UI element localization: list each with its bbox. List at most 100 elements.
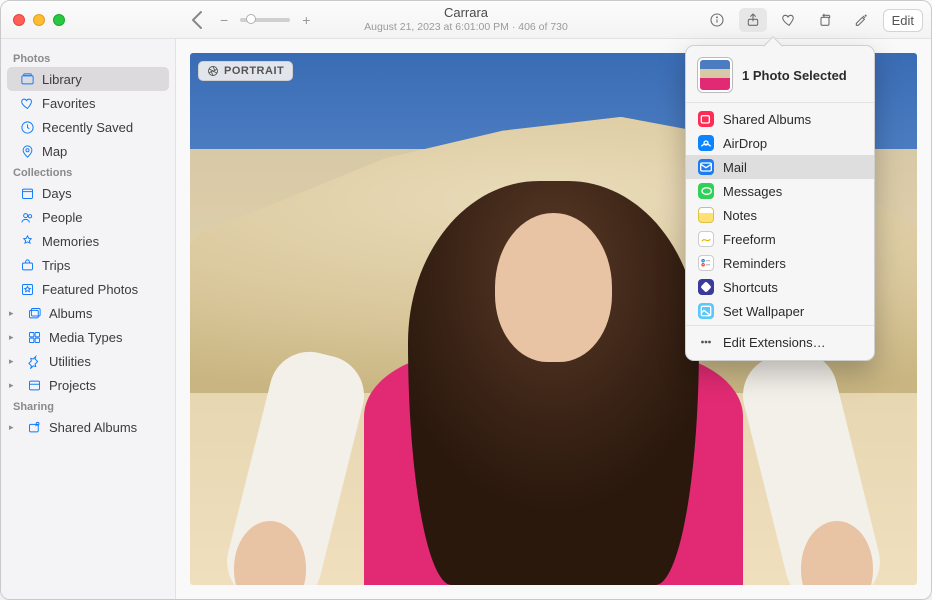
sidebar-item-map[interactable]: Map bbox=[1, 139, 175, 163]
fullscreen-window-button[interactable] bbox=[53, 14, 65, 26]
days-icon bbox=[19, 185, 35, 201]
share-item-label: Shortcuts bbox=[723, 280, 778, 295]
divider bbox=[686, 102, 874, 103]
sidebar-item-label: Map bbox=[42, 144, 175, 159]
share-item-airdrop[interactable]: AirDrop bbox=[686, 131, 874, 155]
titlebar-center: Carrara August 21, 2023 at 6:01:00 PM · … bbox=[364, 6, 568, 33]
share-thumbnail bbox=[698, 58, 732, 92]
mail-icon bbox=[698, 159, 714, 175]
sidebar-item-memories[interactable]: Memories bbox=[1, 229, 175, 253]
projects-icon bbox=[26, 377, 42, 393]
share-item-mail[interactable]: Mail bbox=[686, 155, 874, 179]
chevron-right-icon[interactable]: ▸ bbox=[9, 380, 19, 391]
close-window-button[interactable] bbox=[13, 14, 25, 26]
sidebar-item-media-types[interactable]: ▸ Media Types bbox=[1, 325, 175, 349]
share-item-set-wallpaper[interactable]: Set Wallpaper bbox=[686, 299, 874, 323]
window-controls bbox=[1, 14, 65, 26]
sidebar-item-label: Featured Photos bbox=[42, 282, 175, 297]
share-item-notes[interactable]: Notes bbox=[686, 203, 874, 227]
toolbar-left: − + bbox=[186, 1, 310, 39]
sidebar-item-label: Utilities bbox=[49, 354, 175, 369]
library-icon bbox=[19, 71, 35, 87]
edit-button[interactable]: Edit bbox=[883, 9, 923, 32]
auto-enhance-button[interactable] bbox=[847, 8, 875, 32]
clock-icon bbox=[19, 119, 35, 135]
chevron-right-icon[interactable]: ▸ bbox=[9, 308, 19, 319]
share-popover-header: 1 Photo Selected bbox=[686, 54, 874, 100]
sidebar-item-label: Media Types bbox=[49, 330, 175, 345]
memories-icon bbox=[19, 233, 35, 249]
aperture-icon bbox=[207, 65, 219, 77]
chevron-right-icon[interactable]: ▸ bbox=[9, 422, 19, 433]
zoom-slider[interactable] bbox=[240, 18, 290, 22]
share-item-shared-albums[interactable]: Shared Albums bbox=[686, 107, 874, 131]
divider bbox=[686, 325, 874, 326]
chevron-right-icon[interactable]: ▸ bbox=[9, 356, 19, 367]
sidebar-item-recently-saved[interactable]: Recently Saved bbox=[1, 115, 175, 139]
share-item-label: Reminders bbox=[723, 256, 786, 271]
shared-icon bbox=[26, 419, 42, 435]
share-item-label: Messages bbox=[723, 184, 782, 199]
share-item-reminders[interactable]: Reminders bbox=[686, 251, 874, 275]
heart-icon bbox=[19, 95, 35, 111]
share-item-messages[interactable]: Messages bbox=[686, 179, 874, 203]
share-button[interactable] bbox=[739, 8, 767, 32]
shortcuts-icon bbox=[698, 279, 714, 295]
info-button[interactable] bbox=[703, 8, 731, 32]
share-item-shortcuts[interactable]: Shortcuts bbox=[686, 275, 874, 299]
rotate-button[interactable] bbox=[811, 8, 839, 32]
media-icon bbox=[26, 329, 42, 345]
sidebar-item-label: Projects bbox=[49, 378, 175, 393]
reminders-icon bbox=[698, 255, 714, 271]
sidebar-item-albums[interactable]: ▸ Albums bbox=[1, 301, 175, 325]
sidebar-item-shared-albums[interactable]: ▸ Shared Albums bbox=[1, 415, 175, 439]
sidebar-item-label: Albums bbox=[49, 306, 175, 321]
featured-icon bbox=[19, 281, 35, 297]
shared-icon bbox=[698, 111, 714, 127]
utilities-icon bbox=[26, 353, 42, 369]
back-button[interactable] bbox=[186, 8, 210, 32]
sidebar-item-projects[interactable]: ▸ Projects bbox=[1, 373, 175, 397]
share-item-label: Freeform bbox=[723, 232, 776, 247]
albums-icon bbox=[26, 305, 42, 321]
trips-icon bbox=[19, 257, 35, 273]
edit-extensions-label: Edit Extensions… bbox=[723, 335, 826, 350]
share-item-label: Mail bbox=[723, 160, 747, 175]
share-popover: 1 Photo Selected Shared Albums AirDrop Mai… bbox=[685, 45, 875, 361]
sidebar-item-label: Favorites bbox=[42, 96, 175, 111]
share-item-freeform[interactable]: Freeform bbox=[686, 227, 874, 251]
titlebar: − + Carrara August 21, 2023 at 6:01:00 P… bbox=[1, 1, 931, 39]
sidebar-item-utilities[interactable]: ▸ Utilities bbox=[1, 349, 175, 373]
sidebar-item-label: Recently Saved bbox=[42, 120, 175, 135]
share-item-label: Shared Albums bbox=[723, 112, 811, 127]
sidebar-item-label: Trips bbox=[42, 258, 175, 273]
sidebar-item-days[interactable]: Days bbox=[1, 181, 175, 205]
favorite-button[interactable] bbox=[775, 8, 803, 32]
sidebar-item-label: People bbox=[42, 210, 175, 225]
share-item-label: Set Wallpaper bbox=[723, 304, 804, 319]
sidebar-item-label: Days bbox=[42, 186, 175, 201]
sidebar-item-library[interactable]: Library bbox=[7, 67, 169, 91]
share-item-label: AirDrop bbox=[723, 136, 767, 151]
share-popover-title: 1 Photo Selected bbox=[742, 68, 847, 83]
map-icon bbox=[19, 143, 35, 159]
sidebar-item-trips[interactable]: Trips bbox=[1, 253, 175, 277]
messages-icon bbox=[698, 183, 714, 199]
portrait-badge[interactable]: PORTRAIT bbox=[198, 61, 293, 81]
wallpaper-icon bbox=[698, 303, 714, 319]
share-item-label: Notes bbox=[723, 208, 757, 223]
zoom-in-label: + bbox=[302, 12, 310, 28]
toolbar-right: Edit bbox=[703, 1, 923, 39]
portrait-badge-label: PORTRAIT bbox=[224, 65, 284, 77]
edit-extensions-item[interactable]: Edit Extensions… bbox=[686, 330, 874, 354]
sidebar-item-featured-photos[interactable]: Featured Photos bbox=[1, 277, 175, 301]
minimize-window-button[interactable] bbox=[33, 14, 45, 26]
extensions-icon bbox=[698, 334, 714, 350]
sidebar-group-title: Collections bbox=[1, 163, 175, 181]
chevron-right-icon[interactable]: ▸ bbox=[9, 332, 19, 343]
sidebar-item-favorites[interactable]: Favorites bbox=[1, 91, 175, 115]
sidebar-item-people[interactable]: People bbox=[1, 205, 175, 229]
airdrop-icon bbox=[698, 135, 714, 151]
sidebar-item-label: Shared Albums bbox=[49, 420, 175, 435]
zoom-out-label: − bbox=[220, 12, 228, 28]
